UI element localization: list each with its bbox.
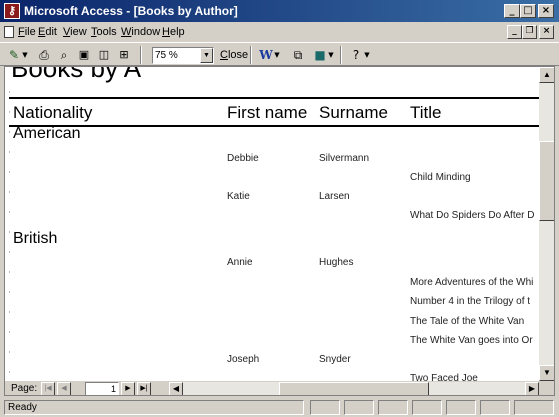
status-text: Ready [4, 400, 304, 415]
report-page[interactable]: Books by A Nationality First name Surnam… [5, 67, 539, 381]
last-page-icon[interactable]: ▶| [137, 382, 151, 395]
zoom-select[interactable]: 75 % ▼ [152, 47, 214, 64]
title-bar: ⚷ Microsoft Access - [Books by Author] _… [0, 0, 559, 22]
next-page-icon[interactable]: ▶ [121, 382, 135, 395]
page-navigation-bar: Page: |◀ ◀ 1 ▶ ▶| ◀ ▶ [5, 381, 554, 395]
zoom-magnifier-icon[interactable]: ⌕ [54, 46, 74, 64]
author-surname: Larsen [319, 191, 350, 202]
menu-view[interactable]: View [63, 26, 87, 38]
report-title: Books by A [11, 67, 142, 83]
doc-minimize-button[interactable]: _ [507, 25, 522, 39]
database-window-icon[interactable]: ⧉ [288, 46, 308, 64]
menu-tools[interactable]: Tools [91, 26, 117, 38]
previous-page-icon[interactable]: ◀ [57, 382, 71, 395]
maximize-button[interactable]: □ [520, 4, 536, 18]
view-dropdown-icon[interactable]: ▼ [20, 46, 30, 64]
book-title: The White Van goes into Or [410, 335, 533, 346]
book-title: Child Minding [410, 172, 471, 183]
menu-bar: File Edit View Tools Window Help _ ❐ × [0, 22, 559, 42]
status-panel [480, 400, 510, 415]
book-title: More Adventures of the Whi [410, 277, 534, 288]
status-panel [344, 400, 374, 415]
chevron-down-icon[interactable]: ▼ [200, 48, 213, 63]
minimize-button[interactable]: _ [504, 4, 520, 18]
column-header-nationality: Nationality [13, 103, 93, 122]
book-title: What Do Spiders Do After D [410, 210, 535, 221]
toolbar-options-icon[interactable]: ▼ [362, 46, 372, 64]
print-icon[interactable]: ⎙ [34, 46, 54, 64]
print-preview-toolbar: ✎ ▼ ⎙ ⌕ ▣ ◫ ⊞ 75 % ▼ Close W ▼ ⧉ ■ ▼ ? ▼ [0, 42, 559, 66]
author-first-name: Debbie [227, 153, 259, 164]
toolbar-separator [340, 46, 342, 64]
one-page-icon[interactable]: ▣ [74, 46, 94, 64]
toolbar-separator [140, 46, 142, 64]
author-surname: Snyder [319, 354, 351, 365]
report-preview-window: Books by A Nationality First name Surnam… [4, 66, 555, 396]
book-title: The Tale of the White Van [410, 316, 525, 327]
author-first-name: Katie [227, 191, 250, 202]
close-window-button[interactable]: × [538, 4, 554, 18]
column-header-title: Title [410, 103, 442, 122]
window-title: Microsoft Access - [Books by Author] [24, 4, 238, 18]
close-preview-button[interactable]: Close [220, 49, 248, 61]
status-panel [310, 400, 340, 415]
status-panel [446, 400, 476, 415]
menu-help[interactable]: Help [162, 26, 185, 38]
office-links-dropdown-icon[interactable]: ▼ [272, 46, 282, 64]
doc-close-button[interactable]: × [539, 25, 554, 39]
first-page-icon[interactable]: |◀ [41, 382, 55, 395]
group-nationality-american: American [13, 125, 81, 142]
status-bar: Ready [0, 398, 559, 417]
scroll-left-icon[interactable]: ◀ [169, 382, 183, 395]
access-key-icon[interactable]: ⚷ [4, 3, 20, 19]
book-title: Two Faced Joe [410, 373, 478, 381]
menu-window[interactable]: Window [121, 26, 160, 38]
status-panel [514, 400, 554, 415]
two-pages-icon[interactable]: ◫ [94, 46, 114, 64]
header-rule-top [9, 97, 539, 99]
column-header-first-name: First name [227, 103, 308, 122]
book-title: Number 4 in the Trilogy of t [410, 296, 531, 307]
horizontal-scroll-thumb[interactable] [279, 382, 429, 395]
page-number-input[interactable]: 1 [85, 382, 119, 395]
dotted-margin-line [9, 91, 10, 381]
menu-file[interactable]: File [18, 26, 36, 38]
report-document-icon[interactable] [4, 26, 14, 38]
new-object-dropdown-icon[interactable]: ▼ [326, 46, 336, 64]
vertical-scrollbar[interactable]: ▲ ▼ [539, 67, 554, 381]
vertical-scroll-thumb[interactable] [539, 141, 554, 221]
author-surname: Hughes [319, 257, 354, 268]
zoom-value: 75 % [155, 50, 178, 61]
column-header-surname: Surname [319, 103, 388, 122]
author-first-name: Joseph [227, 354, 260, 365]
horizontal-scrollbar[interactable]: ◀ ▶ [169, 382, 539, 395]
doc-restore-button[interactable]: ❐ [522, 25, 537, 39]
author-first-name: Annie [227, 257, 253, 268]
header-rule-bottom [9, 125, 539, 127]
scroll-right-icon[interactable]: ▶ [525, 382, 539, 395]
toolbar-separator [250, 46, 252, 64]
page-label: Page: [11, 383, 38, 394]
scroll-down-icon[interactable]: ▼ [539, 365, 554, 381]
status-panel [412, 400, 442, 415]
multiple-pages-icon[interactable]: ⊞ [114, 46, 134, 64]
status-panel [378, 400, 408, 415]
author-surname: Silvermann [319, 153, 370, 164]
group-nationality-british: British [13, 230, 58, 247]
scroll-up-icon[interactable]: ▲ [539, 67, 554, 83]
menu-edit[interactable]: Edit [38, 26, 57, 38]
